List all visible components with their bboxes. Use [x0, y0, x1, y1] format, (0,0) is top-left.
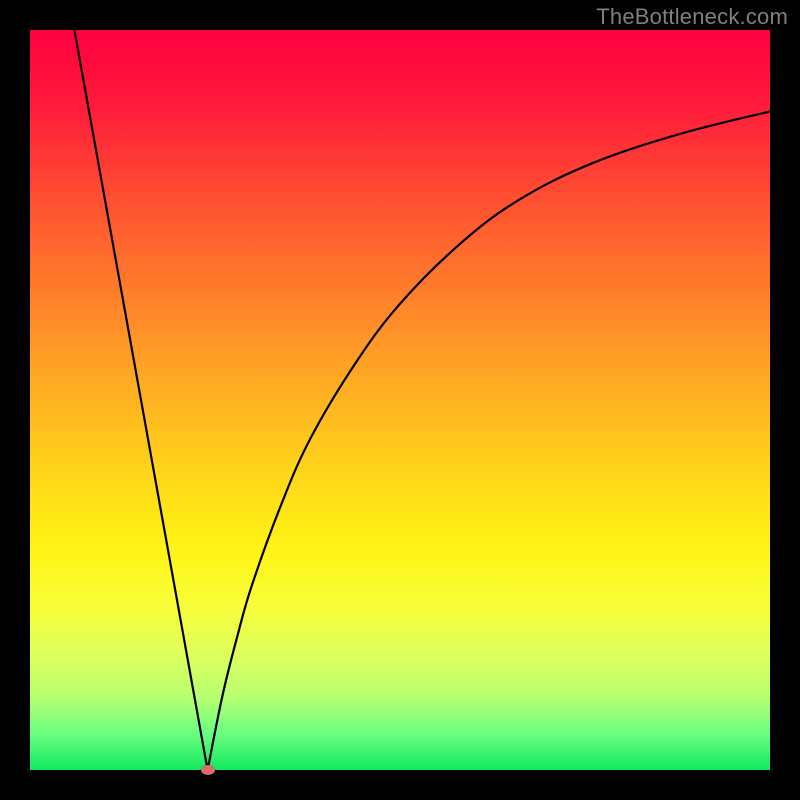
optimum-marker — [201, 765, 215, 775]
watermark-label: TheBottleneck.com — [596, 4, 788, 30]
bottleneck-curve — [74, 30, 770, 770]
chart-container: TheBottleneck.com — [0, 0, 800, 800]
plot-area — [30, 30, 770, 770]
curve-svg — [30, 30, 770, 770]
